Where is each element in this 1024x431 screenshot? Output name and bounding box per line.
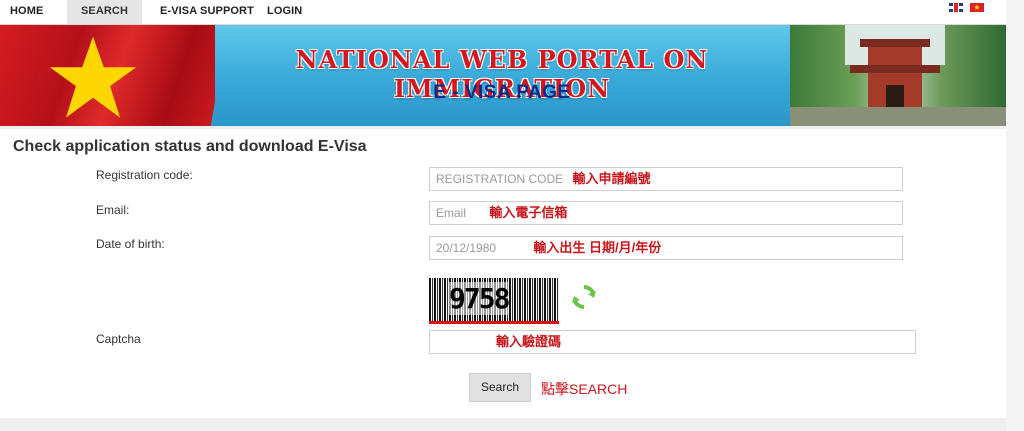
- registration-code-input[interactable]: REGISTRATION CODE 輸入申請編號: [429, 167, 903, 191]
- vietnam-flag-icon[interactable]: ★: [970, 3, 984, 12]
- dob-label: Date of birth:: [96, 237, 165, 251]
- captcha-label: Captcha: [96, 332, 141, 346]
- nav-evisa-support[interactable]: E-VISA SUPPORT: [160, 0, 254, 24]
- email-annotation: 輸入電子信箱: [489, 205, 568, 220]
- temple-photo: [790, 25, 1006, 126]
- dob-input[interactable]: 20/12/1980 輸入出生 日期/月/年份: [429, 236, 903, 260]
- nav-home[interactable]: HOME: [10, 0, 43, 24]
- language-flags: ★: [946, 3, 984, 15]
- header-banner: NATIONAL WEB PORTAL ON IMMIGRATION E - V…: [0, 25, 1006, 126]
- captcha-annotation: 輸入驗證碼: [496, 334, 562, 349]
- banner-subtitle: E - VISA PAGE: [433, 82, 571, 103]
- dob-placeholder: 20/12/1980: [436, 241, 497, 255]
- top-nav: HOME SEARCH E-VISA SUPPORT LOGIN ★: [0, 0, 1006, 25]
- email-placeholder: Email: [436, 206, 467, 220]
- nav-login[interactable]: LOGIN: [267, 0, 302, 24]
- uk-flag-icon[interactable]: [948, 3, 963, 12]
- registration-code-annotation: 輸入申請編號: [572, 171, 651, 186]
- captcha-image: 9758: [429, 278, 559, 324]
- vietnam-flag-image: [0, 25, 215, 126]
- registration-code-placeholder: REGISTRATION CODE: [436, 172, 564, 186]
- registration-code-label: Registration code:: [96, 168, 193, 182]
- footer-strip: [0, 418, 1006, 431]
- dob-annotation: 輸入出生 日期/月/年份: [533, 240, 662, 255]
- email-input[interactable]: Email 輸入電子信箱: [429, 201, 903, 225]
- captcha-input[interactable]: 輸入驗證碼: [429, 330, 916, 354]
- page-scroll-gutter: [1006, 0, 1024, 431]
- nav-search[interactable]: SEARCH: [67, 0, 142, 24]
- star-icon: [49, 36, 137, 118]
- page-title: Check application status and download E-…: [13, 138, 367, 155]
- refresh-icon[interactable]: [569, 282, 599, 312]
- captcha-text: 9758: [449, 282, 510, 315]
- email-label: Email:: [96, 203, 130, 217]
- search-button[interactable]: Search: [469, 373, 531, 402]
- search-annotation: 點擊SEARCH: [541, 381, 628, 397]
